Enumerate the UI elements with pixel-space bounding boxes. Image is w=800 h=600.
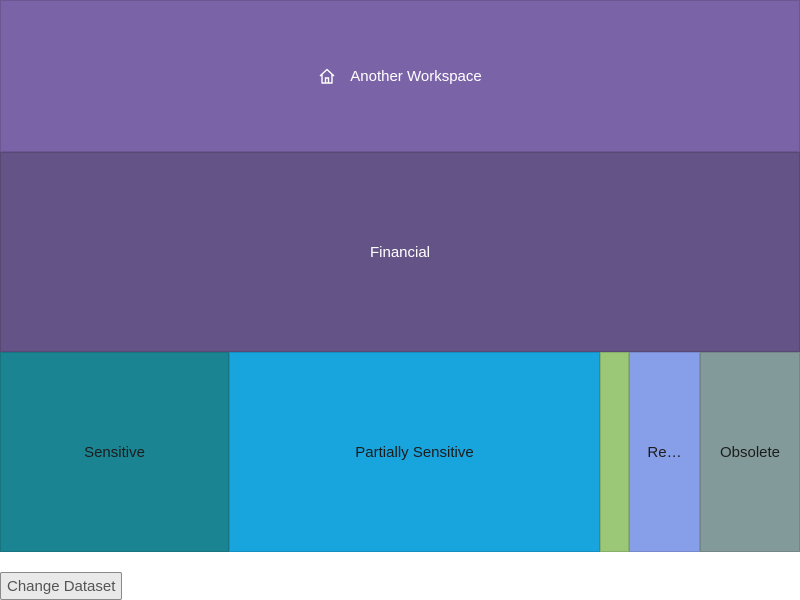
treemap-parent-tile[interactable]: Financial [0, 152, 800, 352]
treemap: Another Workspace Financial Sensitive Pa… [0, 0, 800, 552]
treemap-tile-sensitive[interactable]: Sensitive [0, 352, 229, 552]
root-tile-label: Another Workspace [350, 67, 482, 85]
home-icon [319, 68, 335, 84]
treemap-tile-obsolete[interactable]: Obsolete [700, 352, 800, 552]
parent-tile-label: Financial [369, 243, 431, 261]
tile-label: Obsolete [719, 443, 781, 461]
tile-label: Partially Sensitive [355, 443, 474, 461]
treemap-tile-re[interactable]: Re… [629, 352, 700, 552]
tile-label: Sensitive [84, 443, 145, 461]
treemap-root-tile[interactable]: Another Workspace [0, 0, 800, 152]
treemap-tile-small[interactable] [600, 352, 629, 552]
tile-label: Re… [647, 443, 682, 461]
change-dataset-button[interactable]: Change Dataset [0, 572, 123, 600]
treemap-tile-partially-sensitive[interactable]: Partially Sensitive [229, 352, 600, 552]
